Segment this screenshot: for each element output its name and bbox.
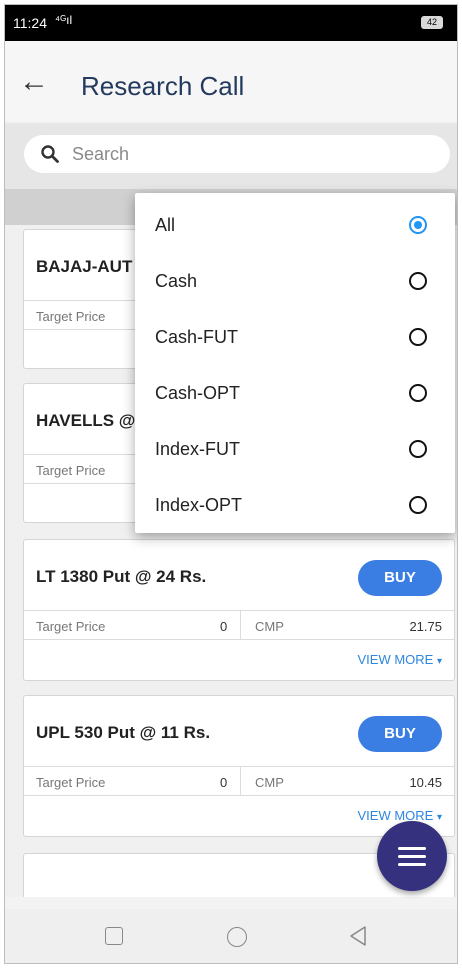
phone-screen: 11:24 ⁴ᴳıl 42 ← Research Call Search BAJ… — [4, 4, 458, 964]
call-name: HAVELLS @ — [36, 411, 136, 430]
call-card[interactable]: LT 1380 Put @ 24 Rs. BUY Target Price 0 … — [23, 539, 455, 681]
menu-icon — [398, 847, 426, 850]
column-divider — [240, 767, 241, 795]
search-area: Search — [5, 123, 457, 189]
search-icon — [41, 145, 59, 163]
target-price-value: 0 — [220, 775, 228, 790]
view-more-label: VIEW MORE — [357, 808, 434, 823]
column-divider — [240, 611, 241, 639]
system-nav-bar — [5, 909, 457, 963]
status-bar: 11:24 ⁴ᴳıl 42 — [5, 5, 457, 41]
filter-option-label: Index-OPT — [155, 495, 243, 515]
cmp-label: CMP — [255, 775, 284, 790]
target-price-label: Target Price — [36, 775, 106, 790]
battery-icon: 42 — [421, 16, 443, 29]
target-price-label: Target Price — [36, 309, 106, 324]
target-price-label: Target Price — [36, 463, 106, 478]
buy-button[interactable]: BUY — [358, 560, 442, 596]
radio-unselected-icon[interactable] — [409, 328, 427, 346]
call-name: UPL 530 Put @ 11 Rs. — [36, 723, 211, 742]
filter-option-all[interactable]: All — [135, 197, 455, 253]
price-row: Target Price 0 CMP 21.75 — [24, 610, 454, 640]
app-bar: ← Research Call — [5, 41, 457, 121]
page-title: Research Call — [81, 71, 245, 101]
signal-icon: ⁴ᴳıl — [55, 13, 73, 27]
radio-unselected-icon[interactable] — [409, 496, 427, 514]
buy-button[interactable]: BUY — [358, 716, 442, 752]
filter-option-label: Index-FUT — [155, 439, 241, 459]
radio-unselected-icon[interactable] — [409, 440, 427, 458]
view-more-label: VIEW MORE — [357, 652, 434, 667]
status-time: 11:24 — [13, 15, 47, 31]
target-price-label: Target Price — [36, 619, 106, 634]
target-price-value: 0 — [220, 619, 228, 634]
menu-fab-button[interactable] — [377, 821, 447, 891]
price-row: Target Price 0 CMP 10.45 — [24, 766, 454, 796]
radio-selected-icon[interactable] — [409, 216, 427, 234]
filter-option-label: Cash — [155, 271, 198, 291]
menu-icon-line — [398, 855, 426, 858]
back-triangle-icon[interactable] — [349, 925, 367, 947]
filter-option-index-opt[interactable]: Index-OPT — [135, 477, 455, 533]
radio-unselected-icon[interactable] — [409, 384, 427, 402]
filter-option-index-fut[interactable]: Index-FUT — [135, 421, 455, 477]
search-placeholder: Search — [72, 144, 130, 164]
recent-apps-icon[interactable] — [105, 927, 123, 945]
filter-option-cash-fut[interactable]: Cash-FUT — [135, 309, 455, 365]
cmp-label: CMP — [255, 619, 284, 634]
radio-unselected-icon[interactable] — [409, 272, 427, 290]
view-more-link[interactable]: VIEW MORE ▾ — [358, 808, 443, 823]
call-name: LT 1380 Put @ 24 Rs. — [36, 567, 207, 586]
call-card[interactable]: UPL 530 Put @ 11 Rs. BUY Target Price 0 … — [23, 695, 455, 837]
cmp-value: 21.75 — [409, 619, 442, 634]
filter-option-cash-opt[interactable]: Cash-OPT — [135, 365, 455, 421]
caret-down-icon: ▾ — [436, 812, 442, 823]
filter-option-cash[interactable]: Cash — [135, 253, 455, 309]
caret-down-icon: ▾ — [436, 656, 442, 667]
call-name: BAJAJ-AUT — [36, 257, 133, 276]
back-arrow-icon[interactable]: ← — [19, 67, 49, 97]
view-more-link[interactable]: VIEW MORE ▾ — [358, 652, 443, 667]
menu-icon-line — [398, 863, 426, 866]
filter-option-label: All — [155, 215, 176, 235]
home-icon[interactable] — [227, 927, 247, 947]
filter-option-label: Cash-FUT — [155, 327, 239, 347]
filter-option-label: Cash-OPT — [155, 383, 241, 403]
cmp-value: 10.45 — [409, 775, 442, 790]
search-input[interactable]: Search — [24, 135, 450, 173]
filter-dropdown-menu: All Cash Cash-FUT Cash-OPT Index-FUT Ind… — [135, 193, 455, 533]
